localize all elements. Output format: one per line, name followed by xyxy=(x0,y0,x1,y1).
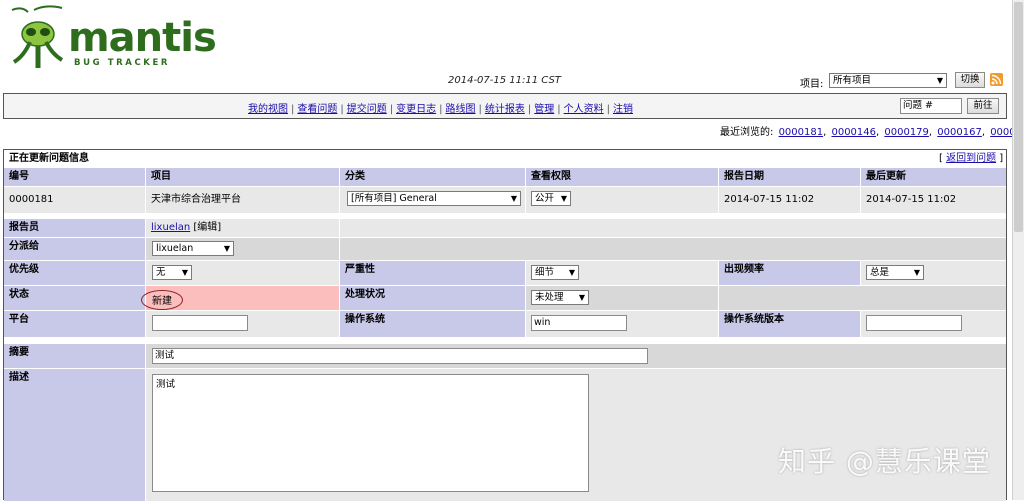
chevron-down-icon: ▼ xyxy=(913,268,920,277)
severity-select[interactable]: 细节 ▼ xyxy=(531,265,579,280)
resolution-label: 处理状况 xyxy=(340,286,525,310)
view-state-select[interactable]: 公开 ▼ xyxy=(531,191,571,206)
category-select-value: [所有项目] General xyxy=(351,193,437,204)
recent-label: 最近浏览的: xyxy=(720,127,774,138)
mantis-insect-icon xyxy=(11,5,64,68)
severity-value: 细节 xyxy=(535,267,555,278)
col-date-submitted: 报告日期 xyxy=(719,168,860,186)
menu-changelog[interactable]: 变更日志 xyxy=(396,104,436,115)
main-menu-bar: 我的视图 | 查看问题 | 提交问题 | 变更日志 | 路线图 | 统计报表 | 管理 | 个人资料 | 注销 … xyxy=(3,93,1007,119)
chevron-down-icon: ▼ xyxy=(578,293,585,302)
logo-word: mantis xyxy=(68,15,217,61)
assign-select[interactable]: lixuelan ▼ xyxy=(152,241,234,256)
os-input[interactable]: win xyxy=(531,315,627,331)
menu-roadmap[interactable]: 路线图 xyxy=(446,104,476,115)
severity-label: 严重性 xyxy=(340,261,525,285)
assign-fill xyxy=(340,238,1006,260)
menu-view-issues[interactable]: 查看问题 xyxy=(297,104,337,115)
col-last-update: 最后更新 xyxy=(861,168,1006,186)
spacer xyxy=(4,337,1006,343)
recently-visited: 最近浏览的: 0000181, 0000146, 0000179, 000016… xyxy=(720,123,1024,138)
vertical-scrollbar[interactable] xyxy=(1012,0,1024,500)
current-timestamp: 2014-07-15 11:11 CST xyxy=(448,75,561,86)
back-link-wrap: [ 返回到问题 ] xyxy=(939,153,1004,164)
resolution-value: 未处理 xyxy=(535,292,564,303)
platform-label: 平台 xyxy=(4,311,145,337)
description-label: 描述 xyxy=(4,369,145,501)
assign-value: lixuelan xyxy=(156,243,194,254)
watermark: 知乎 @慧乐课堂 xyxy=(778,445,991,478)
chevron-down-icon: ▼ xyxy=(936,76,943,85)
form-title: 正在更新问题信息 xyxy=(4,150,1006,168)
description-textarea[interactable]: 测试 xyxy=(152,374,589,492)
reporter-cell: lixuelan [编辑] xyxy=(146,219,339,237)
os-build-input[interactable] xyxy=(866,315,962,331)
recent-issue-link[interactable]: 0000167 xyxy=(937,127,982,138)
priority-label: 优先级 xyxy=(4,261,145,285)
col-project: 项目 xyxy=(146,168,339,186)
chevron-down-icon: ▼ xyxy=(568,268,575,277)
last-update: 2014-07-15 11:02 xyxy=(861,187,1006,213)
menu-my-view[interactable]: 我的视图 xyxy=(248,104,288,115)
issue-id: 0000181 xyxy=(4,187,145,213)
col-view-state: 查看权限 xyxy=(526,168,718,186)
recent-issue-link[interactable]: 0000181 xyxy=(779,127,824,138)
priority-select[interactable]: 无 ▼ xyxy=(152,265,192,280)
recent-issue-link[interactable]: 0000146 xyxy=(831,127,876,138)
assign-label: 分派给 xyxy=(4,238,145,260)
status-label: 状态 xyxy=(4,286,145,310)
status-fill xyxy=(719,286,1006,310)
menu-summary[interactable]: 统计报表 xyxy=(485,104,525,115)
summary-input[interactable]: 测试 xyxy=(152,348,648,364)
reporter-edit[interactable]: [编辑] xyxy=(193,222,221,233)
reproducibility-label: 出现频率 xyxy=(719,261,860,285)
chevron-down-icon: ▼ xyxy=(181,268,188,277)
resolution-select[interactable]: 未处理 ▼ xyxy=(531,290,589,305)
issue-project: 天津市综合治理平台 xyxy=(146,187,339,213)
menu-links: 我的视图 | 查看问题 | 提交问题 | 变更日志 | 路线图 | 统计报表 | 管理 | 个人资料 | 注销 xyxy=(248,104,633,115)
date-submitted: 2014-07-15 11:02 xyxy=(719,187,860,213)
platform-input[interactable] xyxy=(152,315,248,331)
go-to-issue-button[interactable]: 前往 xyxy=(967,98,999,114)
recent-issue-link[interactable]: 0000179 xyxy=(884,127,929,138)
category-select[interactable]: [所有项目] General ▼ xyxy=(347,191,521,206)
chevron-down-icon: ▼ xyxy=(560,194,567,203)
menu-logout[interactable]: 注销 xyxy=(613,104,633,115)
os-build-label: 操作系统版本 xyxy=(719,311,860,337)
reporter-fill xyxy=(340,219,1006,237)
switch-project-button[interactable]: 切换 xyxy=(955,72,985,88)
logo-subtitle: BUG TRACKER xyxy=(74,58,171,68)
rss-feed-icon[interactable] xyxy=(990,73,1003,86)
reporter-link[interactable]: lixuelan xyxy=(151,222,190,233)
status-highlight-circle xyxy=(141,290,183,310)
col-category: 分类 xyxy=(340,168,525,186)
project-select-value: 所有项目 xyxy=(833,75,872,86)
chevron-down-icon: ▼ xyxy=(223,244,230,253)
summary-label: 摘要 xyxy=(4,344,145,368)
col-id: 编号 xyxy=(4,168,145,186)
os-label: 操作系统 xyxy=(340,311,525,337)
view-state-value: 公开 xyxy=(535,193,555,204)
mantis-logo[interactable]: mantis BUG TRACKER xyxy=(4,4,217,70)
chevron-down-icon: ▼ xyxy=(510,194,517,203)
menu-manage[interactable]: 管理 xyxy=(534,104,554,115)
menu-report-issue[interactable]: 提交问题 xyxy=(347,104,387,115)
menu-my-account[interactable]: 个人资料 xyxy=(564,104,604,115)
reporter-label: 报告员 xyxy=(4,219,145,237)
priority-value: 无 xyxy=(156,267,166,278)
scrollbar-thumb[interactable] xyxy=(1014,2,1023,232)
back-to-issue-link[interactable]: 返回到问题 xyxy=(946,153,996,164)
issue-number-input[interactable]: 问题 # xyxy=(900,98,962,114)
reproducibility-value: 总是 xyxy=(870,267,890,278)
project-select[interactable]: 所有项目 ▼ xyxy=(829,73,947,88)
reproducibility-select[interactable]: 总是 ▼ xyxy=(866,265,924,280)
project-label: 项目: xyxy=(800,79,824,90)
